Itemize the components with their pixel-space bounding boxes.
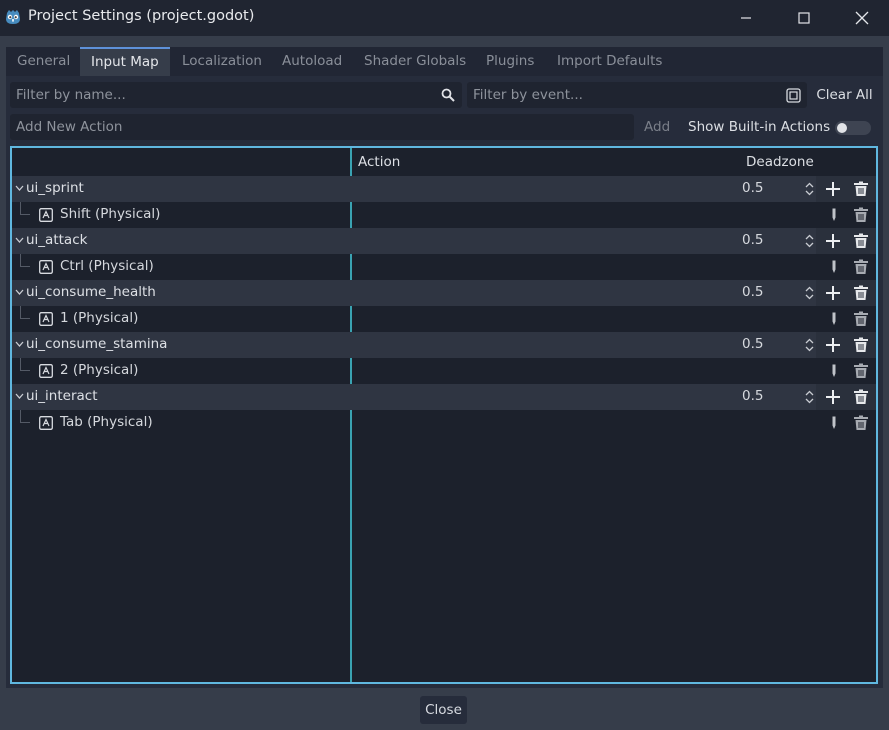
action-row-band bbox=[12, 176, 816, 202]
remove-event-icon[interactable] bbox=[853, 207, 869, 223]
search-icon bbox=[441, 88, 455, 102]
tab-plugins[interactable]: Plugins bbox=[475, 47, 545, 76]
tree-connector bbox=[20, 410, 30, 423]
keyboard-key-icon bbox=[39, 208, 53, 222]
close-window-button[interactable] bbox=[833, 0, 889, 36]
add-event-icon[interactable] bbox=[825, 389, 841, 405]
action-name: ui_attack bbox=[26, 232, 88, 248]
spinner-arrows-icon[interactable] bbox=[805, 286, 814, 300]
pencil-icon[interactable] bbox=[831, 364, 837, 378]
add-event-icon[interactable] bbox=[825, 337, 841, 353]
remove-event-icon[interactable] bbox=[853, 311, 869, 327]
remove-action-icon[interactable] bbox=[853, 389, 869, 405]
filter-by-event-input[interactable]: Filter by event... bbox=[467, 82, 807, 108]
remove-event-icon[interactable] bbox=[853, 415, 869, 431]
show-builtin-actions-label: Show Built-in Actions bbox=[688, 119, 831, 135]
action-row[interactable]: ui_consume_health 0.5 bbox=[12, 280, 876, 306]
tab-localization[interactable]: Localization bbox=[171, 47, 273, 76]
tree-connector bbox=[20, 358, 30, 371]
remove-action-icon[interactable] bbox=[853, 285, 869, 301]
action-row-band bbox=[12, 228, 816, 254]
tab-bar: General Input Map Localization Autoload … bbox=[6, 47, 883, 76]
column-header-deadzone: Deadzone bbox=[746, 154, 814, 170]
event-row[interactable]: 2 (Physical) bbox=[12, 358, 876, 384]
pencil-icon[interactable] bbox=[831, 208, 837, 222]
remove-event-icon[interactable] bbox=[853, 363, 869, 379]
keyboard-listen-icon[interactable] bbox=[786, 88, 801, 103]
deadzone-value[interactable]: 0.5 bbox=[742, 388, 763, 404]
tab-autoload[interactable]: Autoload bbox=[271, 47, 353, 76]
remove-action-icon[interactable] bbox=[853, 181, 869, 197]
tab-shader-globals[interactable]: Shader Globals bbox=[353, 47, 477, 76]
action-name: ui_consume_health bbox=[26, 284, 156, 300]
title-bar: Project Settings (project.godot) bbox=[0, 0, 889, 36]
clear-all-button[interactable]: Clear All bbox=[811, 82, 878, 108]
window-title: Project Settings (project.godot) bbox=[28, 8, 255, 24]
remove-action-icon[interactable] bbox=[853, 337, 869, 353]
chevron-down-icon[interactable] bbox=[15, 288, 24, 297]
close-button[interactable]: Close bbox=[420, 696, 467, 724]
event-row[interactable]: Shift (Physical) bbox=[12, 202, 876, 228]
chevron-down-icon[interactable] bbox=[15, 184, 24, 193]
action-row[interactable]: ui_interact 0.5 bbox=[12, 384, 876, 410]
event-label: Ctrl (Physical) bbox=[60, 258, 154, 274]
spinner-arrows-icon[interactable] bbox=[805, 338, 814, 352]
spinner-arrows-icon[interactable] bbox=[805, 390, 814, 404]
filter-by-name-input[interactable]: Filter by name... bbox=[10, 82, 462, 108]
event-label: 2 (Physical) bbox=[60, 362, 139, 378]
chevron-down-icon[interactable] bbox=[15, 392, 24, 401]
add-action-button[interactable]: Add bbox=[644, 114, 670, 140]
minimize-button[interactable] bbox=[717, 0, 775, 36]
add-event-icon[interactable] bbox=[825, 285, 841, 301]
deadzone-value[interactable]: 0.5 bbox=[742, 284, 763, 300]
add-event-icon[interactable] bbox=[825, 181, 841, 197]
tree-connector bbox=[20, 306, 30, 319]
action-row[interactable]: ui_attack 0.5 bbox=[12, 228, 876, 254]
tab-input-map[interactable]: Input Map bbox=[80, 47, 170, 76]
pencil-icon[interactable] bbox=[831, 312, 837, 326]
spinner-arrows-icon[interactable] bbox=[805, 234, 814, 248]
action-row[interactable]: ui_consume_stamina 0.5 bbox=[12, 332, 876, 358]
pencil-icon[interactable] bbox=[831, 260, 837, 274]
event-label: Shift (Physical) bbox=[60, 206, 161, 222]
maximize-icon bbox=[798, 12, 810, 24]
column-header-action: Action bbox=[358, 154, 401, 170]
event-label: 1 (Physical) bbox=[60, 310, 139, 326]
deadzone-value[interactable]: 0.5 bbox=[742, 232, 763, 248]
tab-general[interactable]: General bbox=[6, 47, 81, 76]
keyboard-key-icon bbox=[39, 312, 53, 326]
toggle-knob bbox=[837, 123, 847, 133]
godot-logo-icon bbox=[6, 10, 20, 24]
action-name: ui_consume_stamina bbox=[26, 336, 168, 352]
event-row[interactable]: Ctrl (Physical) bbox=[12, 254, 876, 280]
event-row[interactable]: Tab (Physical) bbox=[12, 410, 876, 436]
remove-action-icon[interactable] bbox=[853, 233, 869, 249]
add-event-icon[interactable] bbox=[825, 233, 841, 249]
remove-event-icon[interactable] bbox=[853, 259, 869, 275]
keyboard-key-icon bbox=[39, 260, 53, 274]
event-row[interactable]: 1 (Physical) bbox=[12, 306, 876, 332]
action-row[interactable]: ui_sprint 0.5 bbox=[12, 176, 876, 202]
deadzone-value[interactable]: 0.5 bbox=[742, 180, 763, 196]
tab-import-defaults[interactable]: Import Defaults bbox=[546, 47, 673, 76]
action-name: ui_sprint bbox=[26, 180, 84, 196]
pencil-icon[interactable] bbox=[831, 416, 837, 430]
tree-connector bbox=[20, 254, 30, 267]
tree-connector bbox=[20, 202, 30, 215]
chevron-down-icon[interactable] bbox=[15, 340, 24, 349]
minimize-icon bbox=[741, 17, 751, 19]
action-name: ui_interact bbox=[26, 388, 98, 404]
deadzone-value[interactable]: 0.5 bbox=[742, 336, 763, 352]
chevron-down-icon[interactable] bbox=[15, 236, 24, 245]
add-new-action-input[interactable]: Add New Action bbox=[10, 114, 634, 140]
maximize-button[interactable] bbox=[775, 0, 833, 36]
action-row-band bbox=[12, 384, 816, 410]
keyboard-key-icon bbox=[39, 364, 53, 378]
spinner-arrows-icon[interactable] bbox=[805, 182, 814, 196]
close-icon bbox=[855, 11, 869, 25]
show-builtin-actions-toggle[interactable] bbox=[835, 121, 871, 135]
event-label: Tab (Physical) bbox=[60, 414, 153, 430]
keyboard-key-icon bbox=[39, 416, 53, 430]
